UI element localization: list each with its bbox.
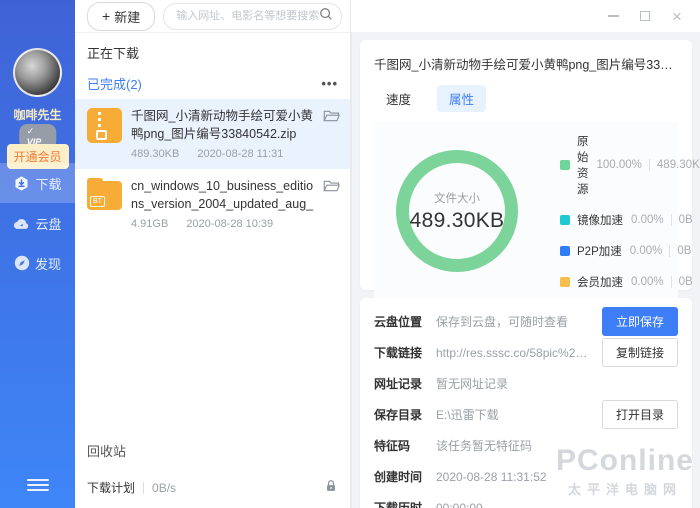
sidebar-item-label: 下载: [35, 174, 61, 193]
bt-badge: BT: [90, 196, 105, 207]
file-size: 4.91GB: [131, 218, 168, 230]
legend-swatch: [560, 246, 570, 256]
donut-center-label: 文件大小: [434, 190, 480, 206]
download-plan-row: 下载计划 0B/s: [75, 470, 350, 508]
open-directory-button[interactable]: 打开目录: [602, 400, 678, 429]
download-item-text: 千图网_小清新动物手绘可爱小黄鸭png_图片编号33840542.zip 489…: [131, 108, 314, 160]
maximize-icon: [640, 11, 650, 21]
new-task-label: 新建: [114, 7, 140, 26]
info-row-url-record: 网址记录 暂无网址记录: [374, 368, 678, 399]
legend-swatch: [560, 277, 570, 287]
close-button[interactable]: ×: [666, 5, 688, 27]
open-folder-icon[interactable]: [323, 178, 340, 230]
file-size: 489.30KB: [131, 148, 179, 160]
list-footer: 回收站 下载计划 0B/s: [75, 431, 350, 508]
sidebar-nav: 下载 云盘 发现: [0, 163, 75, 283]
open-folder-icon[interactable]: [323, 108, 340, 160]
download-item-text: cn_windows_10_business_editions_version_…: [131, 178, 314, 230]
divider: [143, 482, 144, 494]
info-row-created-time: 创建时间 2020-08-28 11:31:52: [374, 461, 678, 492]
copy-link-button[interactable]: 复制链接: [602, 338, 678, 367]
sidebar-item-download[interactable]: 下载: [0, 163, 75, 203]
task-list-panel: + 新建 正在下载 已完成(2) ••• 千图网_小清新动物手绘可爱小黄鸭png…: [75, 0, 351, 508]
download-speed: 0B/s: [152, 481, 324, 495]
sidebar-item-label: 云盘: [35, 214, 61, 233]
file-date: 2020-08-28 10:39: [186, 218, 273, 230]
info-row-download-link: 下载链接 http://res.sssc.co/58pic%2Fproxy-tc…: [374, 337, 678, 368]
recycle-bin-link[interactable]: 回收站: [75, 431, 350, 470]
size-chart-panel: 文件大小 489.30KB 原始资源 100.00% 489.30KB 镜像加速: [374, 122, 678, 300]
tab-properties[interactable]: 属性: [437, 85, 486, 112]
download-manager-window: 咖啡先生 ✓ VIP 开通会员 下载 云盘 发现: [0, 0, 700, 508]
legend-swatch: [560, 215, 570, 225]
tab-speed[interactable]: 速度: [374, 85, 423, 112]
detail-panel: × 千图网_小清新动物手绘可爱小黄鸭png_图片编号33840542.zip 速…: [351, 0, 700, 508]
minimize-button[interactable]: [602, 5, 624, 27]
info-row-download-duration: 下载历时 00:00:00: [374, 492, 678, 508]
detail-file-title: 千图网_小清新动物手绘可爱小黄鸭png_图片编号33840542.zip: [374, 54, 678, 73]
minimize-icon: [608, 15, 619, 17]
download-shield-icon: [13, 175, 30, 192]
download-plan-label[interactable]: 下载计划: [87, 479, 135, 496]
sidebar-item-label: 发现: [35, 254, 61, 273]
search-input[interactable]: [176, 10, 319, 22]
legend-item: 会员加速 0.00% 0B: [560, 274, 700, 290]
window-controls: ×: [602, 0, 700, 32]
maximize-button[interactable]: [634, 5, 656, 27]
save-now-button[interactable]: 立即保存: [602, 307, 678, 336]
download-item-zip[interactable]: 千图网_小清新动物手绘可爱小黄鸭png_图片编号33840542.zip 489…: [75, 99, 350, 169]
donut-center-value: 489.30KB: [410, 209, 505, 233]
file-size-donut-chart: 文件大小 489.30KB: [396, 150, 518, 272]
download-item-title: cn_windows_10_business_editions_version_…: [131, 178, 314, 213]
info-row-save-directory: 保存目录 E:\迅雷下载 打开目录: [374, 399, 678, 430]
more-options-icon[interactable]: •••: [321, 81, 338, 86]
zip-file-icon: [87, 108, 122, 143]
legend-item: 镜像加速 0.00% 0B: [560, 212, 700, 228]
detail-tabs: 速度 属性: [374, 85, 678, 112]
properties-card: 千图网_小清新动物手绘可爱小黄鸭png_图片编号33840542.zip 速度 …: [360, 40, 692, 290]
completed-section-header[interactable]: 已完成(2): [87, 74, 142, 93]
file-info-card: 云盘位置 保存到云盘，可随时查看 立即保存 下载链接 http://res.ss…: [360, 298, 692, 508]
download-item-bt[interactable]: BT cn_windows_10_business_editions_versi…: [75, 169, 350, 239]
detail-panel-body: 千图网_小清新动物手绘可爱小黄鸭png_图片编号33840542.zip 速度 …: [351, 32, 700, 508]
download-item-meta: 489.30KB 2020-08-28 11:31: [131, 148, 314, 160]
download-item-title: 千图网_小清新动物手绘可爱小黄鸭png_图片编号33840542.zip: [131, 108, 314, 143]
compass-icon: [14, 255, 30, 271]
legend-swatch: [560, 160, 570, 170]
sidebar-item-cloud[interactable]: 云盘: [0, 203, 75, 243]
downloading-section-header[interactable]: 正在下载: [75, 33, 350, 70]
sidebar-item-discover[interactable]: 发现: [0, 243, 75, 283]
new-task-button[interactable]: + 新建: [87, 2, 155, 31]
info-row-cloud-location: 云盘位置 保存到云盘，可随时查看 立即保存: [374, 306, 678, 337]
bt-folder-icon: BT: [87, 181, 122, 210]
avatar[interactable]: [13, 48, 62, 97]
plus-icon: +: [102, 9, 110, 23]
completed-section-row: 已完成(2) •••: [75, 70, 350, 99]
lock-icon[interactable]: [324, 479, 338, 496]
sidebar: 咖啡先生 ✓ VIP 开通会员 下载 云盘 发现: [0, 0, 75, 508]
close-icon: ×: [672, 8, 682, 25]
legend-item: 原始资源 100.00% 489.30KB: [560, 133, 700, 197]
topbar: + 新建: [75, 0, 350, 33]
info-row-signature: 特征码 该任务暂无特征码: [374, 430, 678, 461]
download-item-meta: 4.91GB 2020-08-28 10:39: [131, 218, 314, 230]
legend-item: P2P加速 0.00% 0B: [560, 243, 700, 259]
username: 咖啡先生: [0, 106, 75, 123]
file-date: 2020-08-28 11:31: [197, 148, 283, 160]
menu-icon[interactable]: [27, 476, 49, 494]
search-icon[interactable]: [319, 7, 333, 26]
cloud-icon: [13, 216, 30, 231]
chart-legend: 原始资源 100.00% 489.30KB 镜像加速 0.00% 0B: [560, 133, 700, 290]
search-box: [163, 3, 342, 30]
